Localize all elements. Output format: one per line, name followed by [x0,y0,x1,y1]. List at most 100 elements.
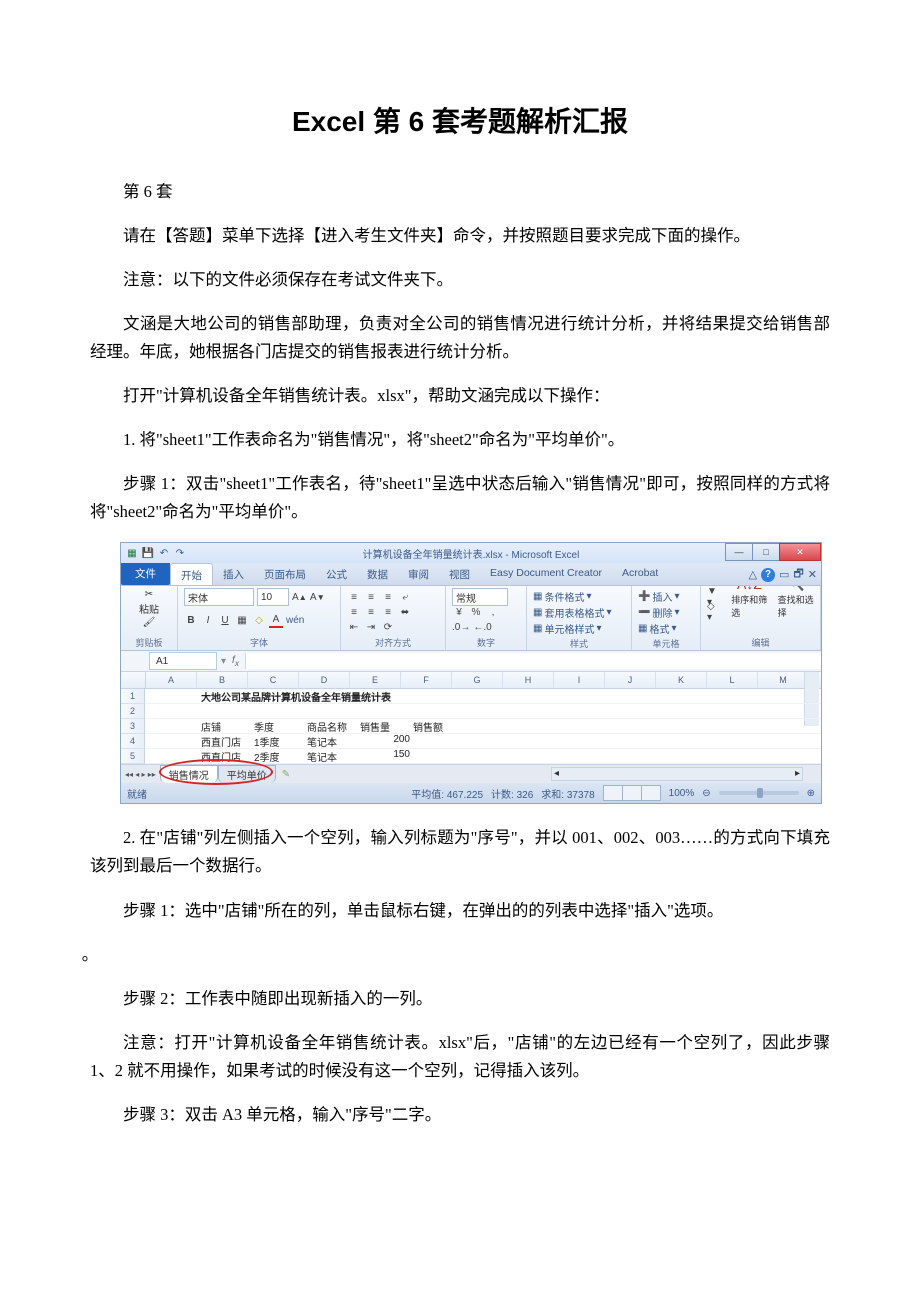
cell[interactable]: 店铺 [198,719,251,733]
tab-formulas[interactable]: 公式 [316,563,357,585]
sheet-nav-buttons[interactable]: ◂◂ ◂ ▸ ▸▸ [121,770,160,779]
font-color-icon[interactable]: A [269,612,283,628]
page-layout-view-icon[interactable] [623,786,642,800]
cut-icon[interactable]: ✂ [145,589,153,600]
font-name-select[interactable]: 宋体 [184,588,254,606]
cell[interactable]: 季度 [251,719,304,733]
close-button[interactable]: ✕ [779,543,821,561]
align-middle-icon[interactable]: ≡ [364,590,378,604]
currency-icon[interactable]: ¥ [452,606,466,620]
undo-icon[interactable]: ↶ [157,546,171,560]
row-header[interactable]: 4 [121,734,145,749]
col-header[interactable]: I [554,672,605,688]
cell[interactable]: 西直门店 [198,734,251,748]
delete-cells-button[interactable]: ➖删除 ▾ [638,605,694,620]
view-buttons[interactable] [603,785,661,801]
align-center-icon[interactable]: ≡ [364,605,378,619]
zoom-in-icon[interactable]: ⊕ [807,788,815,799]
decrease-decimal-icon[interactable]: ←.0 [473,621,491,635]
wrap-text-icon[interactable]: ⤶ [398,590,412,604]
col-header[interactable]: C [248,672,299,688]
merge-center-icon[interactable]: ⬌ [398,605,412,619]
maximize-button[interactable]: □ [752,543,780,561]
row-header[interactable]: 1 [121,689,145,704]
cell[interactable]: 150 [357,749,416,763]
cell[interactable]: 销售额 [410,719,463,733]
cell[interactable]: 销售量 [357,719,410,733]
name-box[interactable]: A1 [149,652,217,670]
sheet-tab-2[interactable]: 平均单价 [218,765,276,783]
col-header[interactable]: G [452,672,503,688]
cell[interactable]: 西直门店 [198,749,251,763]
decrease-indent-icon[interactable]: ⇤ [347,621,361,635]
tab-data[interactable]: 数据 [357,563,398,585]
format-painter-icon[interactable]: 🖌 [143,617,156,628]
cell[interactable]: 2季度 [251,749,304,763]
percent-icon[interactable]: % [469,606,483,620]
col-header[interactable]: H [503,672,554,688]
align-top-icon[interactable]: ≡ [347,590,361,604]
cell[interactable]: 1季度 [251,734,304,748]
tab-file[interactable]: 文件 [121,563,170,585]
zoom-out-icon[interactable]: ⊖ [702,788,710,799]
fill-color-icon[interactable]: ◇ [252,613,266,627]
tab-home[interactable]: 开始 [170,563,213,585]
sheet-tab-1[interactable]: 销售情况 [160,765,218,783]
paste-button[interactable]: 粘贴 [139,601,159,616]
italic-button[interactable]: I [201,613,215,627]
page-break-view-icon[interactable] [642,786,660,800]
orientation-icon[interactable]: ⟳ [381,621,395,635]
tab-view[interactable]: 视图 [439,563,480,585]
align-right-icon[interactable]: ≡ [381,605,395,619]
clear-icon[interactable]: ◇ ▾ [707,605,721,619]
increase-font-icon[interactable]: A▲ [292,590,307,604]
new-sheet-icon[interactable]: ✎ [276,769,296,780]
insert-cells-button[interactable]: ➕插入 ▾ [638,589,694,604]
col-header[interactable]: K [656,672,707,688]
cell[interactable]: 商品名称 [304,719,357,733]
minimize-button[interactable]: — [725,543,753,561]
window-close-icon[interactable]: ✕ [808,568,817,581]
row-header[interactable]: 3 [121,719,145,734]
decrease-font-icon[interactable]: A▼ [310,590,325,604]
table-format-button[interactable]: ▦套用表格格式 ▾ [533,605,625,620]
window-minimize-icon[interactable]: ▭ [779,568,789,581]
increase-decimal-icon[interactable]: .0→ [452,621,470,635]
col-header[interactable]: L [707,672,758,688]
phonetic-icon[interactable]: wén [286,613,304,627]
fx-icon[interactable]: fx [226,655,245,668]
format-cells-button[interactable]: ▦格式 ▾ [638,621,694,636]
formula-input[interactable] [245,653,821,669]
cells-area[interactable]: 大地公司某品牌计算机设备全年销量统计表 店铺 季度 商品名称 销售量 销售额 西… [145,689,821,764]
cell[interactable]: 笔记本 [304,734,357,748]
save-icon[interactable]: 💾 [141,546,155,560]
align-left-icon[interactable]: ≡ [347,605,361,619]
row-header[interactable]: 5 [121,749,145,764]
col-header[interactable]: J [605,672,656,688]
normal-view-icon[interactable] [604,786,623,800]
font-size-select[interactable]: 10 [257,588,289,606]
cell[interactable]: 笔记本 [304,749,357,763]
comma-icon[interactable]: , [486,606,500,620]
border-icon[interactable]: ▦ [235,613,249,627]
align-bottom-icon[interactable]: ≡ [381,590,395,604]
minimize-ribbon-icon[interactable]: △ [749,568,757,581]
cell-styles-button[interactable]: ▦单元格样式 ▾ [533,621,625,636]
col-header[interactable]: M [758,672,809,688]
help-icon[interactable]: ? [761,568,775,582]
increase-indent-icon[interactable]: ⇥ [364,621,378,635]
select-all-corner[interactable] [121,672,146,688]
horizontal-scrollbar[interactable]: ◂ ▸ [551,767,803,781]
cell[interactable]: 大地公司某品牌计算机设备全年销量统计表 [198,689,381,703]
col-header[interactable]: E [350,672,401,688]
tab-acrobat[interactable]: Acrobat [612,563,668,585]
col-header[interactable]: B [197,672,248,688]
row-header[interactable]: 2 [121,704,145,719]
tab-edc[interactable]: Easy Document Creator [480,563,612,585]
tab-insert[interactable]: 插入 [213,563,254,585]
tab-layout[interactable]: 页面布局 [254,563,316,585]
redo-icon[interactable]: ↷ [173,546,187,560]
cell[interactable]: 200 [357,734,416,748]
window-restore-icon[interactable]: 🗗 [793,565,803,584]
number-format-select[interactable]: 常规 [452,588,508,606]
